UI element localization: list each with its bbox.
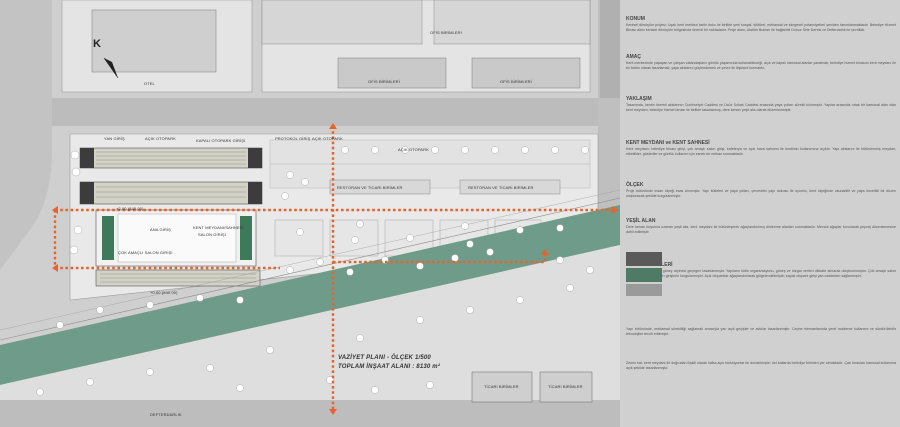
label-restoran-1: RESTORAN VE TİCARİ BİRİMLER	[337, 185, 403, 190]
report-section-body: Proje bütününde insan ölçeği esas alınmı…	[626, 189, 896, 198]
label-kent-meydani: KENT MEYDANI/SAHNESİ	[193, 225, 244, 230]
report-section-title: TASARIM İLKELERİ	[626, 262, 896, 268]
report-section-body: Kent merkezinde yaşayan ve çalışan vatan…	[626, 61, 896, 70]
report-section-5: ÖLÇEK Proje bütününde insan ölçeği esas …	[626, 182, 896, 198]
report-section-title: AMAÇ	[626, 54, 641, 60]
report-panel: KONUM Kentsel dönüşüm projesi; Uşak kent…	[620, 0, 900, 427]
report-section-4: KENT MEYDANI ve KENT SAHNESİ Kent meydan…	[626, 140, 896, 156]
site-plan: K OTEL OFİS BİRİMLERİ OFİS BİRİMLERİ OFİ…	[0, 0, 620, 427]
report-section-8: Yapı bütününde, mekansal sürekliliği sağ…	[626, 326, 896, 336]
north-letter: K	[93, 38, 101, 50]
report-section-body: Kuzey cephesi yoğun, güney cephesi geçir…	[626, 269, 896, 278]
label-defterdarlik: DEFTERDARLIK	[150, 412, 182, 417]
east-edge	[600, 0, 620, 98]
plan-caption-title: VAZİYET PLANI - ÖLÇEK 1/500	[338, 355, 431, 361]
label-ana-giris: ANA GİRİŞ	[150, 227, 171, 232]
label-level-1: +2.00 (840.00)	[116, 206, 144, 211]
report-section-2: AMAÇ Kent merkezinde yaşayan ve çalışan …	[626, 54, 896, 70]
report-section-6: YEŞİL ALAN Dere kenarı boyunca uzanan ye…	[626, 218, 896, 234]
report-section-title: KONUM	[626, 16, 645, 22]
label-level-2: +0.00 (840.00)	[150, 290, 178, 295]
report-section-body: Yapı bütününde, mekansal sürekliliği sağ…	[626, 327, 896, 336]
label-ofis-1: OFİS BİRİMLERİ	[368, 79, 400, 84]
report-section-body: Dere kenarı boyunca uzanan yeşil aks, ke…	[626, 225, 896, 234]
label-ticari-1: TİCARİ BİRİMLER	[484, 384, 519, 389]
office-block-b	[433, 0, 591, 45]
label-protokol: PROTOKOL GİRİŞ	[275, 136, 311, 141]
label-acik-otopark-2: AÇIK OTOPARK	[312, 136, 343, 141]
label-acik-otopark-1: AÇIK OTOPARK	[145, 136, 176, 141]
legend-swatch-green	[626, 268, 662, 282]
office-block-a	[261, 0, 423, 45]
report-section-title: YAKLAŞIM	[626, 96, 652, 102]
legend-swatch-grey	[626, 252, 662, 266]
label-ticari-2: TİCARİ BİRİMLER	[548, 384, 583, 389]
report-section-7: TASARIM İLKELERİ Kuzey cephesi yoğun, gü…	[626, 262, 896, 278]
report-section-9: Zemin kat, kent meydanı ile doğrudan ili…	[626, 360, 896, 370]
building-mid-dark-end-2	[248, 182, 262, 204]
report-section-1: KONUM Kentsel dönüşüm projesi; Uşak kent…	[626, 16, 896, 32]
report-section-body: Tasarımda, kentin önemli akslarının Cumh…	[626, 103, 896, 112]
report-section-body: Kent meydanı; belediye binası girişi, ço…	[626, 147, 896, 156]
building-north-dark-end-2	[248, 148, 262, 168]
report-section-body: Kentsel dönüşüm projesi; Uşak kent merke…	[626, 23, 896, 32]
label-ofis-2: OFİS BİRİMLERİ	[500, 79, 532, 84]
report-section-body: Zemin kat, kent meydanı ile doğrudan ili…	[626, 361, 896, 370]
plan-caption-area: TOPLAM İNŞAAT ALANI : 8130 m²	[338, 364, 441, 370]
label-yan-giris: YAN GİRİŞ	[104, 136, 125, 141]
label-restoran-2: RESTORAN VE TİCARİ BİRİMLER	[468, 185, 534, 190]
label-otel: OTEL	[144, 81, 155, 86]
hall-green-strip-2	[240, 216, 252, 260]
label-salon-girisi: SALON GİRİŞİ	[198, 232, 226, 237]
legend-swatch-light	[626, 284, 662, 296]
label-acik-otopark-3: AÇIK OTOPARK	[398, 147, 429, 152]
label-kapali-otopark: KAPALI OTOPARK GİRİŞİ	[196, 138, 246, 143]
building-mid-dark-end	[80, 182, 94, 204]
building-north-wing	[79, 147, 263, 169]
colour-legend	[626, 252, 662, 296]
road-north	[0, 98, 620, 126]
building-mid-wing	[79, 181, 263, 205]
report-section-3: YAKLAŞIM Tasarımda, kentin önemli akslar…	[626, 96, 896, 112]
hall-green-strip	[102, 216, 114, 260]
label-ofis-3: OFİS BİRİMLERİ	[430, 30, 462, 35]
report-section-title: ÖLÇEK	[626, 182, 644, 188]
road-south	[0, 400, 620, 427]
report-section-title: YEŞİL ALAN	[626, 218, 656, 224]
building-north-dark-end	[80, 148, 94, 168]
site-plan-drawing	[0, 0, 620, 427]
report-section-title: KENT MEYDANI ve KENT SAHNESİ	[626, 140, 710, 146]
label-cok-amacli: ÇOK AMAÇLI SALON GİRİŞİ	[118, 250, 173, 255]
